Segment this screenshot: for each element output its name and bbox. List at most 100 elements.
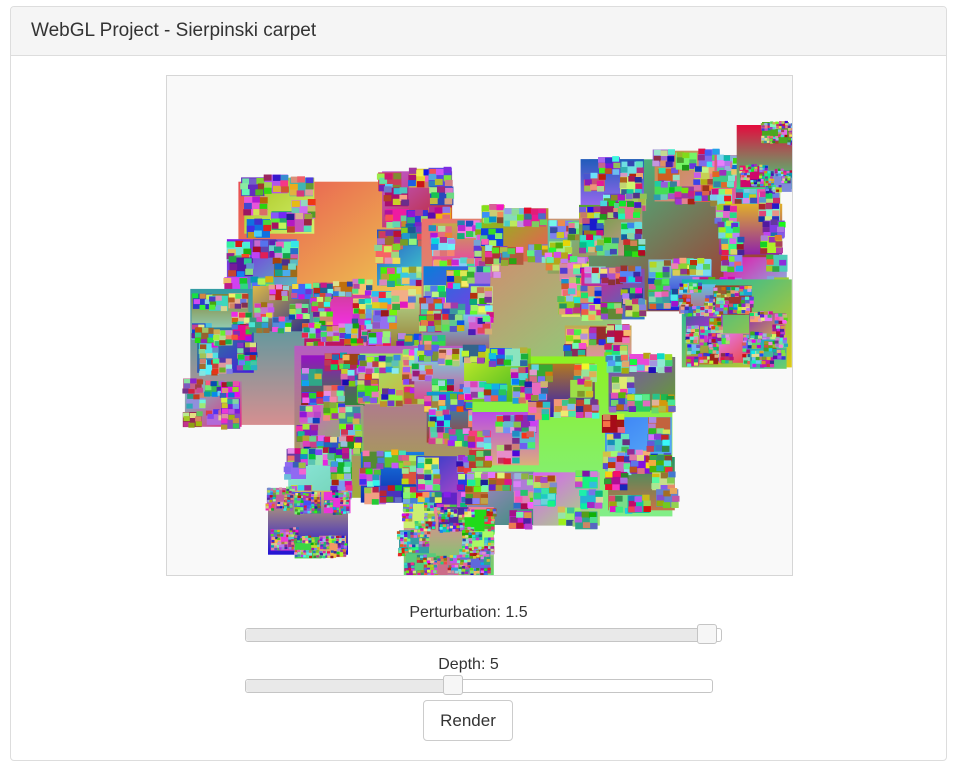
carpet-square [460, 559, 464, 563]
carpet-square [292, 284, 299, 289]
carpet-square [452, 283, 461, 290]
carpet-square [622, 337, 630, 344]
carpet-square [607, 336, 615, 343]
carpet-square [387, 400, 395, 407]
carpet-square [567, 234, 575, 241]
carpet-square [379, 279, 388, 286]
webgl-canvas[interactable] [166, 75, 793, 576]
carpet-square [643, 506, 651, 512]
carpet-square [271, 503, 275, 507]
carpet-square [760, 179, 764, 182]
carpet-square [244, 317, 251, 323]
carpet-square [767, 171, 771, 174]
carpet-square [366, 324, 373, 330]
carpet-square [511, 378, 520, 385]
carpet-square [671, 288, 679, 295]
carpet-square [314, 323, 321, 329]
carpet-square [724, 297, 729, 301]
carpet-square [438, 225, 446, 232]
carpet-square [282, 270, 291, 277]
carpet-square [246, 263, 254, 270]
carpet-square [503, 415, 511, 422]
carpet-square [613, 365, 621, 372]
carpet-square [686, 294, 691, 298]
carpet-square [558, 518, 566, 525]
carpet-square [521, 473, 529, 480]
carpet-square [400, 541, 404, 545]
carpet-square [573, 329, 582, 336]
carpet-square [228, 409, 235, 415]
carpet-square [408, 549, 412, 553]
carpet-square [761, 137, 765, 141]
carpet-square [693, 172, 701, 178]
carpet-square [557, 296, 565, 302]
carpet-square [282, 285, 289, 291]
carpet-square [716, 211, 723, 218]
carpet-square [199, 370, 206, 376]
carpet-square [596, 230, 604, 236]
carpet-square [379, 302, 388, 309]
carpet-square [511, 372, 519, 379]
carpet-square [664, 366, 672, 373]
carpet-square [668, 406, 676, 412]
render-button[interactable]: Render [423, 700, 513, 741]
carpet-square [313, 288, 321, 293]
carpet-square [715, 327, 720, 331]
carpet-square [533, 499, 541, 506]
carpet-square [734, 293, 739, 297]
carpet-square [284, 506, 287, 509]
carpet-square [610, 194, 618, 201]
carpet-square [620, 265, 628, 272]
carpet-square [296, 190, 305, 197]
carpet-square [235, 293, 242, 299]
carpet-square [678, 294, 683, 299]
carpet-square [281, 291, 288, 296]
carpet-square [311, 547, 315, 551]
carpet-square [608, 495, 616, 502]
carpet-square [711, 326, 716, 330]
carpet-square [310, 542, 314, 546]
carpet-square [239, 312, 246, 318]
depth-slider[interactable] [245, 675, 713, 695]
carpet-square [311, 503, 315, 507]
carpet-square [382, 388, 389, 394]
carpet-square [472, 556, 477, 559]
carpet-square [766, 333, 771, 337]
carpet-square [283, 466, 291, 473]
carpet-square [345, 497, 349, 500]
carpet-square [400, 239, 408, 246]
perturbation-label: Perturbation: 1.5 [409, 604, 528, 621]
carpet-square [620, 484, 628, 491]
depth-slider-handle[interactable] [443, 675, 463, 695]
perturbation-slider[interactable] [245, 624, 722, 644]
carpet-square [772, 348, 777, 353]
perturbation-slider-handle[interactable] [697, 624, 717, 644]
carpet-square [424, 505, 428, 508]
carpet-square [693, 359, 698, 363]
carpet-square [524, 387, 532, 394]
depth-slider-range [246, 680, 453, 692]
carpet-square [725, 300, 730, 305]
carpet-square [513, 502, 521, 509]
carpet-square [430, 285, 438, 292]
carpet-square [262, 316, 269, 322]
carpet-square [680, 309, 685, 314]
carpet-square [452, 529, 456, 532]
carpet-square [342, 354, 350, 361]
carpet-square [419, 560, 423, 563]
carpet-square [764, 173, 768, 176]
carpet-square [715, 301, 720, 305]
carpet-square [188, 422, 195, 428]
carpet-square [380, 310, 389, 317]
carpet-square [221, 388, 229, 393]
carpet-square [199, 304, 206, 310]
carpet-square [469, 298, 477, 305]
carpet-square [575, 470, 584, 477]
carpet-square [634, 394, 643, 401]
carpet-square [729, 212, 737, 218]
carpet-square [320, 541, 324, 545]
carpet-square [750, 197, 758, 204]
carpet-square [439, 527, 443, 530]
carpet-square [620, 354, 629, 361]
carpet-square [437, 507, 441, 511]
